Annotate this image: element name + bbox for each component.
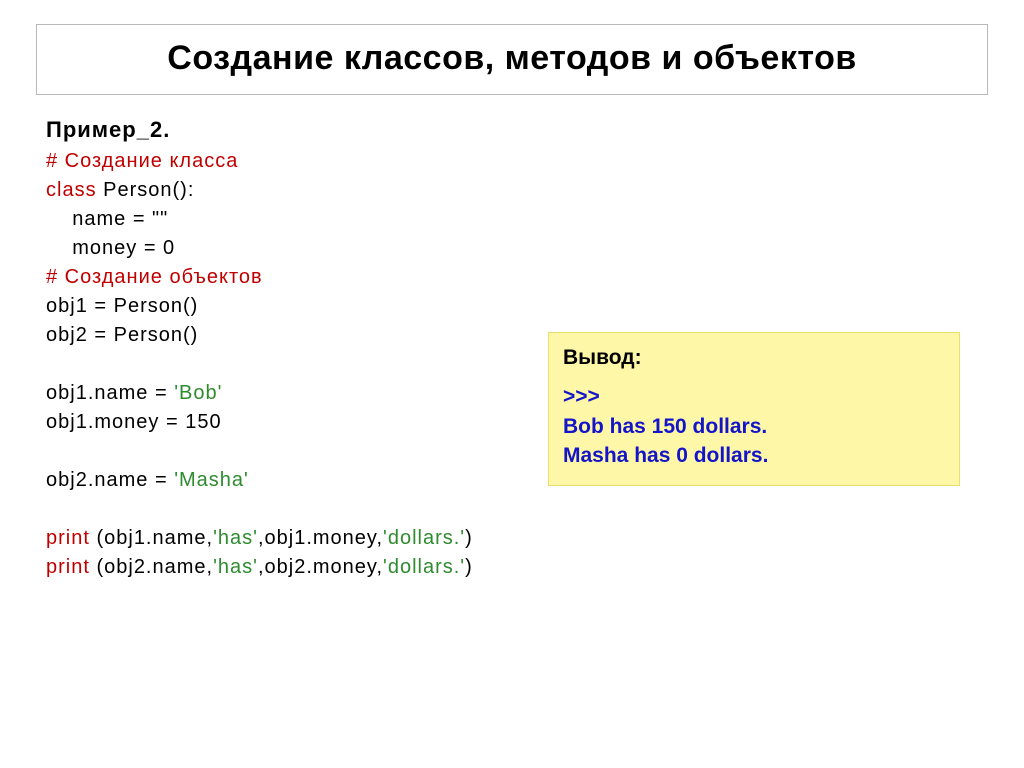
- output-box: Вывод: >>> Bob has 150 dollars. Masha ha…: [548, 332, 960, 486]
- output-line: Masha has 0 dollars.: [563, 441, 945, 470]
- code-text: ): [465, 527, 473, 549]
- keyword-print: print: [46, 556, 90, 578]
- code-text: obj1.money = 150: [46, 411, 222, 433]
- output-title: Вывод:: [563, 343, 945, 372]
- code-text: (obj2.name,: [90, 556, 213, 578]
- slide: Создание классов, методов и объектов При…: [0, 0, 1024, 768]
- code-string: 'Bob': [174, 382, 222, 404]
- title-box: Создание классов, методов и объектов: [36, 24, 988, 95]
- code-text: obj2.name =: [46, 469, 174, 491]
- code-text: obj1 = Person(): [46, 295, 198, 317]
- code-comment: # Создание класса: [46, 150, 238, 172]
- output-line: Bob has 150 dollars.: [563, 412, 945, 441]
- code-text: obj2 = Person(): [46, 324, 198, 346]
- keyword-class: class: [46, 179, 97, 201]
- code-string: 'Masha': [174, 469, 249, 491]
- code-text: (obj1.name,: [90, 527, 213, 549]
- code-text: ,obj1.money,: [258, 527, 383, 549]
- code-text: ,obj2.money,: [258, 556, 383, 578]
- output-prompt: >>>: [563, 382, 945, 411]
- code-string: 'dollars.': [383, 556, 465, 578]
- slide-title: Создание классов, методов и объектов: [49, 37, 975, 80]
- code-string: 'has': [213, 556, 258, 578]
- keyword-print: print: [46, 527, 90, 549]
- code-string: 'has': [213, 527, 258, 549]
- example-heading: Пример_2.: [46, 117, 988, 143]
- code-string: 'dollars.': [383, 527, 465, 549]
- code-text: ): [465, 556, 473, 578]
- code-text: Person():: [97, 179, 195, 201]
- code-text: name = "": [46, 208, 168, 230]
- spacer: [563, 372, 945, 382]
- code-text: money = 0: [46, 237, 175, 259]
- code-text: obj1.name =: [46, 382, 174, 404]
- code-comment: # Создание объектов: [46, 266, 263, 288]
